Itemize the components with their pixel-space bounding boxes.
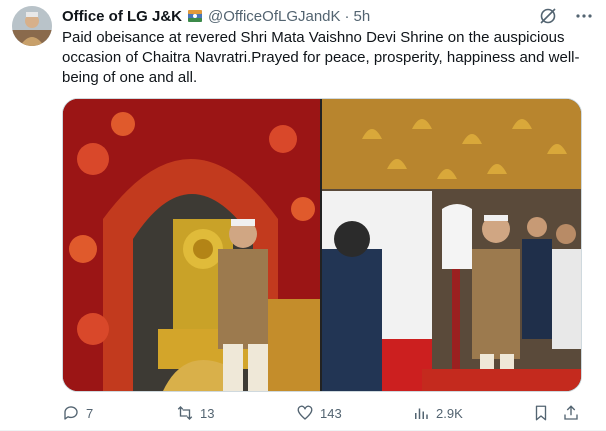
tweet-text: Paid obeisance at revered Shri Mata Vais… [62, 29, 580, 86]
views-chart-icon [415, 408, 428, 419]
reply-count: 7 [86, 405, 94, 421]
share-icon [564, 405, 578, 420]
views-button[interactable]: 2.9K [412, 404, 463, 422]
separator-dot: · [344, 7, 350, 25]
bookmark-button[interactable] [532, 404, 550, 422]
heart-icon [297, 405, 313, 420]
reply-button[interactable]: 7 [62, 404, 93, 422]
avatar[interactable] [12, 6, 52, 46]
like-button[interactable]: 143 [296, 404, 342, 422]
repost-icon [177, 406, 193, 420]
like-count: 143 [320, 405, 342, 421]
author-handle[interactable]: @OfficeOfLGJandK [208, 8, 341, 25]
photo-shrine-floral-arch[interactable] [63, 99, 320, 391]
action-bar: 7 13 143 2.9K [62, 402, 582, 424]
photo-shrine-bells-corridor[interactable] [322, 99, 581, 391]
media-grid [62, 98, 582, 392]
reply-icon [64, 406, 78, 420]
tweet-header: Office of LG J&K @OfficeOfLGJandK · 5h [62, 6, 606, 26]
post-time[interactable]: 5h [354, 8, 371, 25]
repost-count: 13 [200, 405, 215, 421]
author-name[interactable]: Office of LG J&K [62, 8, 182, 25]
view-count: 2.9K [436, 405, 463, 421]
repost-button[interactable]: 13 [176, 404, 214, 422]
flag-emblem-icon [186, 7, 204, 25]
share-button[interactable] [562, 404, 580, 422]
grok-icon[interactable] [538, 6, 558, 26]
more-icon[interactable] [574, 6, 594, 26]
bookmark-icon [535, 405, 547, 421]
tweet[interactable]: Office of LG J&K @OfficeOfLGJandK · 5h P… [0, 0, 606, 431]
